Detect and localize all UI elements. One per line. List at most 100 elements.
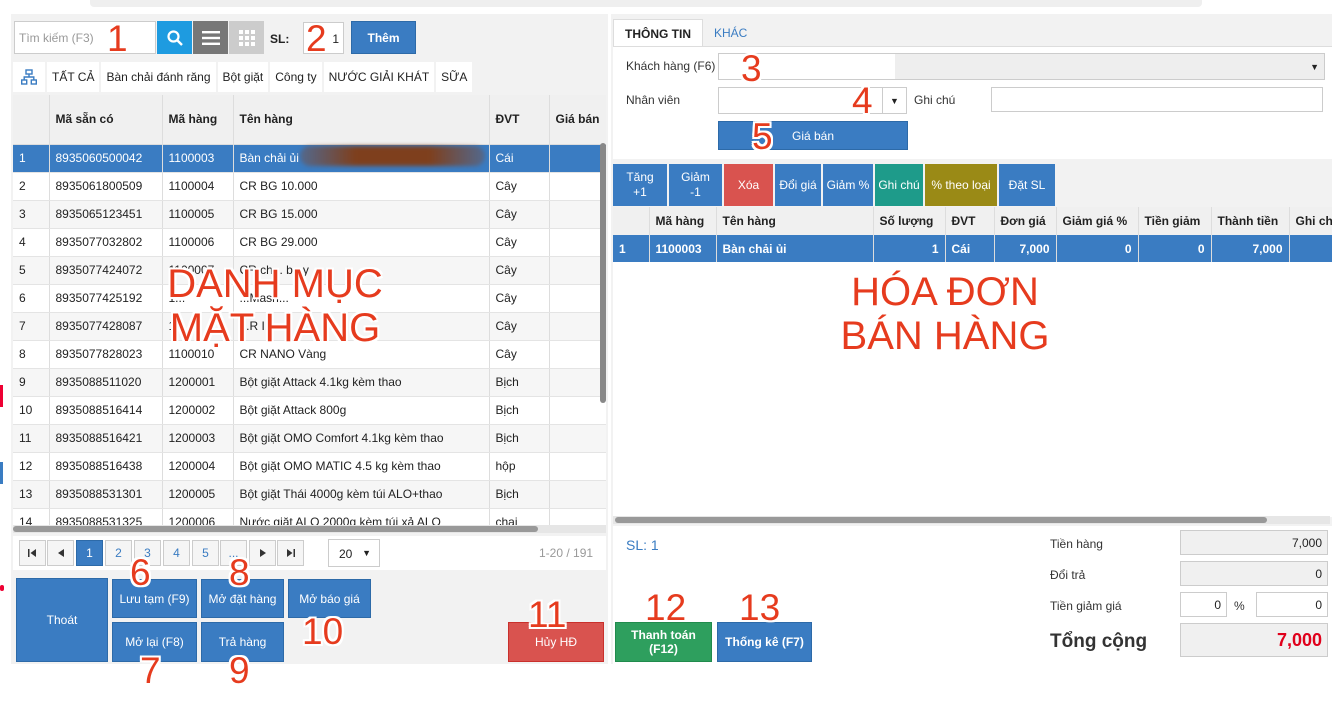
product-cell: hộp: [489, 452, 550, 481]
prev-page-icon: [57, 549, 64, 557]
column-header: Tiền giảm: [1138, 207, 1212, 235]
product-cell: Bột giặt Attack 4.1kg kèm thao: [233, 368, 490, 397]
increase-button[interactable]: Tăng +1: [613, 164, 667, 206]
cell[interactable]: 7,000: [994, 235, 1057, 262]
next-page-button[interactable]: [249, 540, 276, 566]
scrollbar-thumb[interactable]: [615, 517, 1267, 523]
pay-button[interactable]: Thanh toán (F12): [615, 622, 712, 662]
product-cell: 1: [13, 144, 50, 173]
discount-percent-button[interactable]: Giảm %: [823, 164, 873, 206]
product-row[interactable]: 389350651234511100005CR BG 15.000Cây14: [13, 200, 606, 229]
last-page-icon: [287, 549, 295, 557]
category-company[interactable]: Công ty: [270, 62, 322, 92]
column-header[interactable]: Mã hàng: [162, 95, 234, 145]
scrollbar-thumb[interactable]: [13, 526, 538, 532]
product-cell: 22: [549, 284, 606, 313]
cell[interactable]: [1289, 235, 1332, 262]
vertical-scrollbar-thumb[interactable]: [600, 143, 606, 403]
product-cell: Bịch: [489, 480, 550, 509]
product-cell: 1200002: [162, 396, 234, 425]
stats-button[interactable]: Thống kê (F7): [717, 622, 812, 662]
product-cell: 8935077428087: [49, 312, 163, 341]
product-row[interactable]: 12 8935088516438 1200004 Bột giặt OMO MATIC…: [13, 452, 606, 481]
grid-view-button[interactable]: [229, 21, 264, 54]
column-header[interactable]: Mã sẵn có: [49, 95, 163, 145]
product-cell: 6: [13, 284, 50, 313]
product-row[interactable]: 13 8935088531301 1200005 Bột giặt Thái 4000…: [13, 480, 606, 509]
next-page-icon: [259, 549, 266, 557]
note-input[interactable]: [991, 87, 1323, 112]
product-cell: Bột giặt Thái 4000g kèm túi ALO+thao: [233, 480, 490, 509]
customer-select[interactable]: ▼: [718, 53, 1325, 80]
set-quantity-button[interactable]: Đặt SL: [999, 164, 1055, 206]
cell[interactable]: 0: [1056, 235, 1139, 262]
staff-select[interactable]: ▼: [718, 87, 907, 114]
product-cell: 158: [549, 480, 606, 509]
search-input[interactable]: Tìm kiếm (F3): [14, 21, 156, 54]
product-cell: 8935088531325: [49, 508, 163, 525]
page-4[interactable]: 4: [163, 540, 190, 566]
product-cell: Cây: [489, 172, 550, 201]
change-price-button[interactable]: Đổi giá: [775, 164, 821, 206]
category-milk[interactable]: SỮA: [436, 62, 473, 92]
column-header[interactable]: Giá bán: [549, 95, 606, 145]
column-header: Giảm giá %: [1056, 207, 1139, 235]
annotation-number: 7: [140, 650, 161, 691]
category-toothbrush[interactable]: Bàn chải đánh răng: [101, 62, 216, 92]
annotation-number: 5: [752, 116, 773, 157]
annotation-number: 1: [107, 18, 128, 59]
customer-label: Khách hàng (F6): [626, 59, 716, 73]
category-all[interactable]: TẤT CẢ: [47, 62, 100, 92]
first-page-button[interactable]: [19, 540, 46, 566]
column-header[interactable]: Tên hàng: [233, 95, 490, 145]
pager-info: 1-20 / 191: [539, 546, 594, 560]
product-row[interactable]: 289350618005091100004CR BG 10.000Cây8: [13, 172, 606, 201]
cell: Bàn chải ủi: [716, 235, 874, 262]
note-button[interactable]: Ghi chú: [875, 164, 923, 206]
subtotal-label: Tiền hàng: [1050, 537, 1103, 551]
page-size-select[interactable]: 20 ▼: [328, 539, 380, 567]
product-cell: 1100005: [162, 200, 234, 229]
save-temp-button[interactable]: Lưu tạm (F9): [112, 579, 197, 618]
tab-other[interactable]: KHÁC: [703, 19, 758, 47]
discount-percent-input[interactable]: 0: [1180, 592, 1227, 617]
category-tree-button[interactable]: [13, 62, 45, 92]
product-row[interactable]: 11 8935088516421 1200003 Bột giặt OMO Comfo…: [13, 424, 606, 453]
category-soft-drinks[interactable]: NƯỚC GIẢI KHÁT: [323, 62, 435, 92]
product-cell: CR BG 29.000: [233, 228, 490, 257]
annotation-number: 10: [302, 611, 344, 652]
product-cell: 24: [549, 228, 606, 257]
add-button[interactable]: Thêm: [351, 21, 416, 54]
page-5[interactable]: 5: [192, 540, 219, 566]
product-cell: 8935060500042: [49, 144, 163, 173]
decrease-button[interactable]: Giảm -1: [669, 164, 722, 206]
page-1[interactable]: 1: [76, 540, 103, 566]
cell[interactable]: 1: [873, 235, 946, 262]
product-row[interactable]: 489350770328021100006CR BG 29.000Cây24: [13, 228, 606, 257]
invoice-table: Mã hàng Tên hàng Số lượng ĐVT Đơn giá Gi…: [613, 207, 1332, 517]
column-header[interactable]: ĐVT: [489, 95, 550, 145]
product-cell: 7: [549, 144, 606, 173]
tab-info[interactable]: THÔNG TIN: [613, 19, 703, 47]
column-header: Ghi ch: [1289, 207, 1332, 235]
product-row[interactable]: 10 8935088516414 1200002 Bột giặt Attack 80…: [13, 396, 606, 425]
delete-button[interactable]: Xóa: [724, 164, 773, 206]
discount-amount-input[interactable]: 0: [1256, 592, 1328, 617]
search-button[interactable]: [157, 21, 192, 54]
product-row[interactable]: 9 8935088511020 1200001 Bột giặt Attack 4.1…: [13, 368, 606, 397]
invoice-row[interactable]: 1 1100003 Bàn chải ủi 1 Cái 7,000 0 0 7,…: [613, 235, 1332, 262]
page-2[interactable]: 2: [105, 540, 132, 566]
last-page-button[interactable]: [277, 540, 304, 566]
price-list-button[interactable]: Giá bán: [718, 121, 908, 150]
product-row[interactable]: 14 8935088531325 1200006 Nước giặt ALO 2000…: [13, 508, 606, 525]
category-detergent[interactable]: Bột giặt: [217, 62, 269, 92]
list-view-button[interactable]: [193, 21, 228, 54]
cell: 1100003: [649, 235, 717, 262]
list-icon: [201, 30, 220, 45]
percent-by-type-button[interactable]: % theo loại: [925, 164, 997, 206]
prev-page-button[interactable]: [47, 540, 74, 566]
product-cell: Bịch: [489, 368, 550, 397]
exit-button[interactable]: Thoát: [16, 578, 108, 662]
quantity-label: SL:: [270, 32, 290, 46]
product-cell: 8935077828023: [49, 340, 163, 369]
